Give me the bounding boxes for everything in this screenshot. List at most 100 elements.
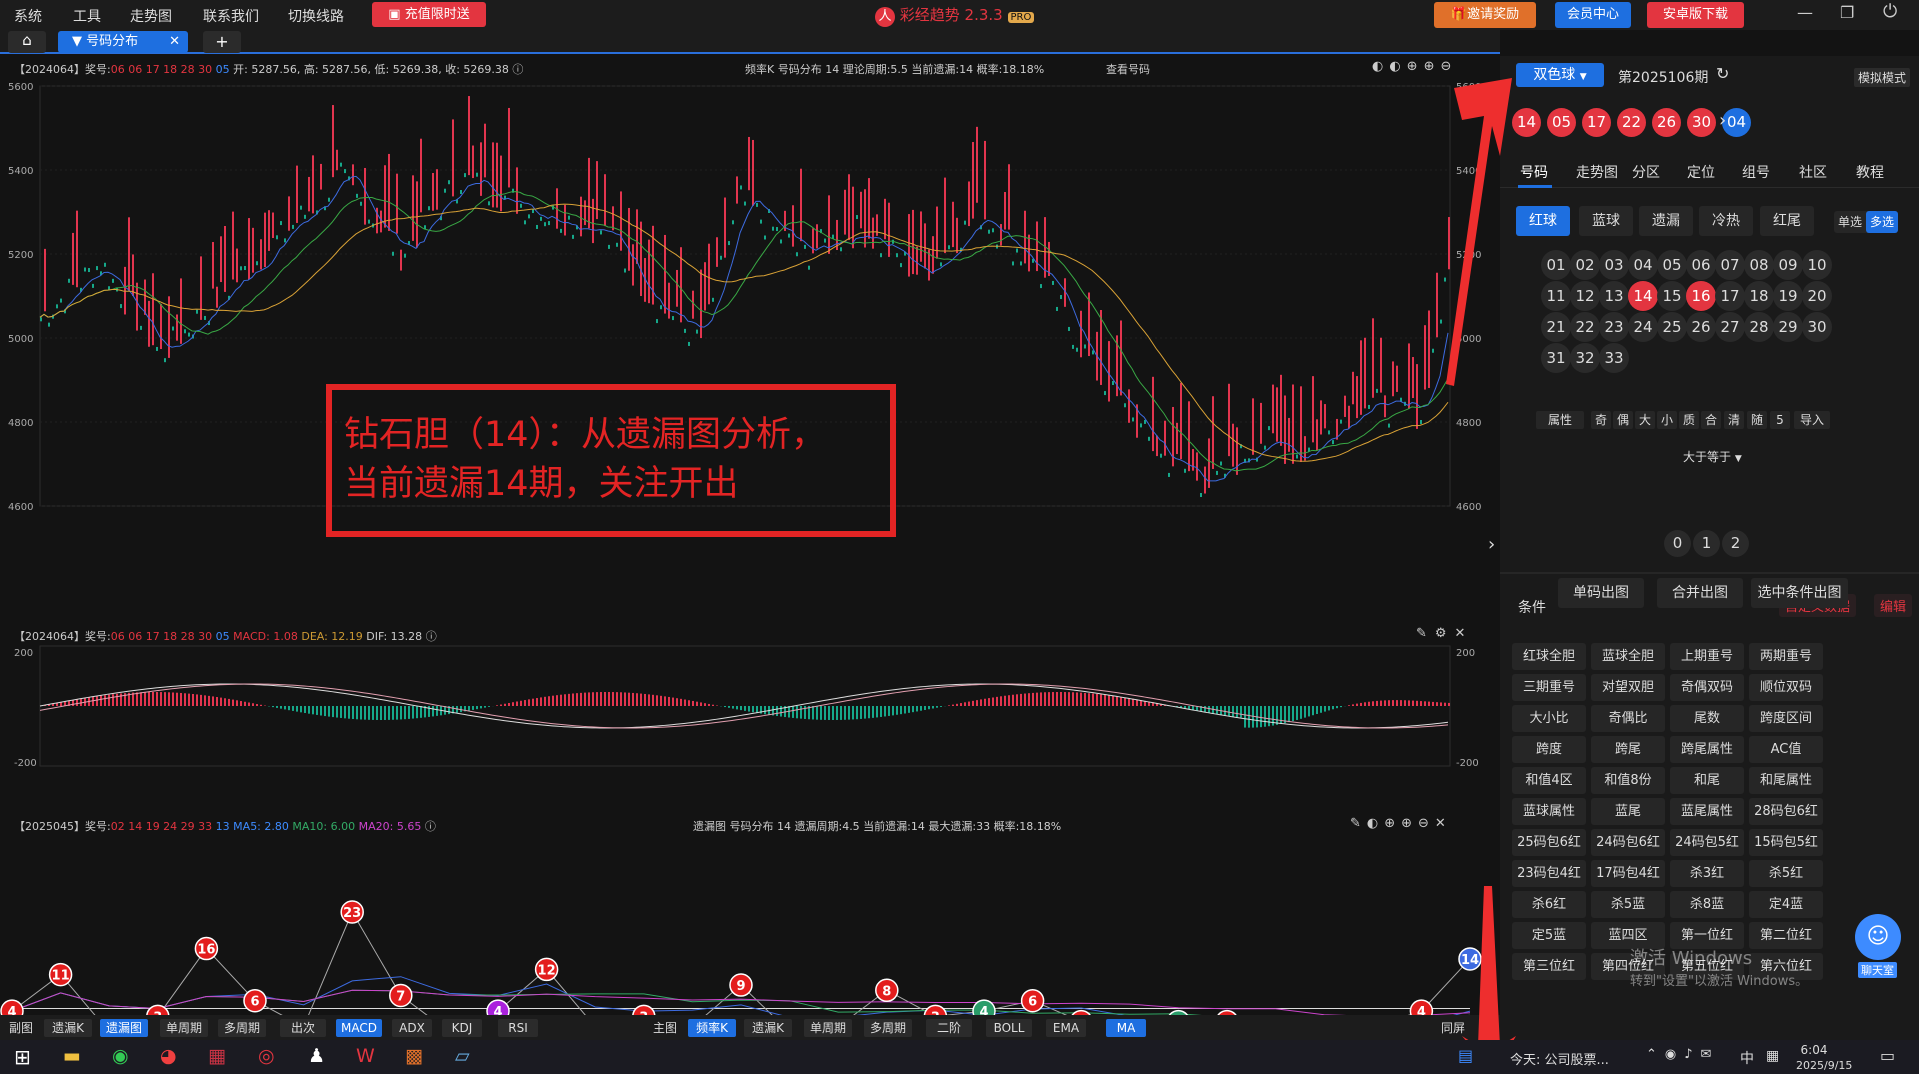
condition-button[interactable]: 28码包6红 — [1749, 798, 1823, 825]
number-cell[interactable]: 05 — [1657, 250, 1687, 280]
condition-button[interactable]: 杀5蓝 — [1591, 891, 1665, 918]
action-button-1[interactable]: 合并出图 — [1657, 578, 1743, 608]
qq-icon[interactable]: ♟ — [308, 1045, 325, 1067]
miss-panel-controls[interactable]: ✎◐⊕⊕⊖✕ — [1350, 816, 1452, 831]
condition-button[interactable]: 杀5红 — [1749, 860, 1823, 887]
attr-option-2[interactable]: 偶 — [1613, 411, 1633, 429]
segment-4[interactable]: 红尾 — [1760, 206, 1814, 236]
number-cell[interactable]: 28 — [1744, 312, 1774, 342]
widget-icon[interactable]: ▤ — [1458, 1046, 1473, 1065]
macd-chart[interactable]: 200 200-200 -200 — [0, 642, 1500, 772]
ime-indicator[interactable]: 中 — [1740, 1048, 1754, 1068]
number-cell[interactable]: 07 — [1715, 250, 1745, 280]
condition-button[interactable]: 跨尾 — [1591, 736, 1665, 763]
wps-icon[interactable]: W — [356, 1045, 375, 1067]
power-icon[interactable]: ⏻ — [1883, 1, 1897, 22]
condition-button[interactable]: 蓝尾 — [1591, 798, 1665, 825]
number-cell[interactable]: 26 — [1686, 312, 1716, 342]
caijing-app-icon[interactable]: ◎ — [258, 1045, 275, 1067]
attr-option-1[interactable]: 奇 — [1591, 411, 1611, 429]
file-explorer-icon[interactable]: ▬ — [63, 1045, 81, 1067]
menu-contact[interactable]: 联系我们 — [203, 6, 259, 26]
promo-button[interactable]: ▣ 充值限时送 — [372, 2, 486, 27]
attr-option-7[interactable]: 清 — [1724, 411, 1744, 429]
nav-tab-1[interactable]: 走势图 — [1576, 162, 1618, 182]
notification-icon[interactable]: ▭ — [1880, 1046, 1895, 1065]
number-cell[interactable]: 06 — [1686, 250, 1716, 280]
mainchart-option-6[interactable]: BOLL — [986, 1019, 1032, 1037]
condition-button[interactable]: 和值8份 — [1591, 767, 1665, 794]
subchart-option-7[interactable]: ADX — [392, 1019, 432, 1037]
number-cell[interactable]: 09 — [1773, 250, 1803, 280]
subchart-option-9[interactable]: RSI — [498, 1019, 538, 1037]
mainchart-option-2[interactable]: 遗漏K — [744, 1019, 792, 1037]
number-cell[interactable]: 13 — [1599, 281, 1629, 311]
number-cell[interactable]: 27 — [1715, 312, 1745, 342]
attr-option-8[interactable]: 随 — [1747, 411, 1767, 429]
invite-button[interactable]: 🎁邀请奖励 — [1434, 2, 1536, 28]
number-cell[interactable]: 03 — [1599, 250, 1629, 280]
action-button-0[interactable]: 单码出图 — [1558, 578, 1644, 608]
news-ticker[interactable]: 今天: 公司股票... — [1510, 1049, 1609, 1068]
condition-button[interactable]: 跨度区间 — [1749, 705, 1823, 732]
app-icon[interactable]: ▦ — [208, 1045, 226, 1067]
nav-tab-3[interactable]: 定位 — [1687, 162, 1715, 182]
mainchart-option-8[interactable]: MA — [1106, 1019, 1146, 1037]
attr-option-6[interactable]: 合 — [1701, 411, 1721, 429]
number-cell[interactable]: 08 — [1744, 250, 1774, 280]
nav-tab-2[interactable]: 分区 — [1632, 162, 1660, 182]
number-cell[interactable]: 30 — [1802, 312, 1832, 342]
number-cell[interactable]: 19 — [1773, 281, 1803, 311]
attr-option-3[interactable]: 大 — [1635, 411, 1655, 429]
number-cell[interactable]: 21 — [1541, 312, 1571, 342]
number-cell[interactable]: 02 — [1570, 250, 1600, 280]
attr-option-0[interactable]: 属性 — [1536, 411, 1584, 429]
number-cell[interactable]: 29 — [1773, 312, 1803, 342]
condition-button[interactable]: 和尾属性 — [1749, 767, 1823, 794]
number-cell[interactable]: 20 — [1802, 281, 1832, 311]
number-cell[interactable]: 17 — [1715, 281, 1745, 311]
attr-option-10[interactable]: 导入 — [1794, 411, 1830, 429]
number-cell[interactable]: 32 — [1570, 343, 1600, 373]
number-cell[interactable]: 25 — [1657, 312, 1687, 342]
condition-button[interactable]: 奇偶比 — [1591, 705, 1665, 732]
minimize-icon[interactable]: — — [1797, 3, 1813, 22]
condition-button[interactable]: 蓝球全胆 — [1591, 643, 1665, 670]
condition-button[interactable]: 和尾 — [1670, 767, 1744, 794]
count-option[interactable]: 1 — [1693, 530, 1720, 557]
segment-3[interactable]: 冷热 — [1699, 206, 1753, 236]
number-cell[interactable]: 16 — [1686, 281, 1716, 311]
condition-button[interactable]: 24码包5红 — [1670, 829, 1744, 856]
number-cell[interactable]: 23 — [1599, 312, 1629, 342]
segment-1[interactable]: 蓝球 — [1579, 206, 1633, 236]
android-download-button[interactable]: 安卓版下载 — [1647, 2, 1744, 28]
notepad-icon[interactable]: ▱ — [455, 1045, 470, 1067]
add-tab-icon[interactable]: + — [203, 31, 241, 53]
attr-option-9[interactable]: 5 — [1770, 411, 1790, 429]
app-grid-icon[interactable]: ▩ — [405, 1045, 423, 1067]
condition-button[interactable]: 两期重号 — [1749, 643, 1823, 670]
condition-button[interactable]: AC值 — [1749, 736, 1823, 763]
windows-start-icon[interactable]: ⊞ — [14, 1045, 31, 1069]
subchart-option-8[interactable]: KDJ — [442, 1019, 482, 1037]
attr-option-4[interactable]: 小 — [1657, 411, 1677, 429]
condition-button[interactable]: 奇偶双码 — [1670, 674, 1744, 701]
number-cell[interactable]: 31 — [1541, 343, 1571, 373]
clock-date[interactable]: 2025/9/15 — [1796, 1059, 1852, 1072]
mainchart-option-3[interactable]: 单周期 — [804, 1019, 852, 1037]
condition-button[interactable]: 杀8蓝 — [1670, 891, 1744, 918]
condition-button[interactable]: 上期重号 — [1670, 643, 1744, 670]
number-cell[interactable]: 10 — [1802, 250, 1832, 280]
tab-number-distribution[interactable]: ▼ 号码分布 ✕ — [58, 31, 188, 53]
tray-icons[interactable]: ⌃◉♪✉ — [1646, 1047, 1719, 1062]
condition-button[interactable]: 蓝尾属性 — [1670, 798, 1744, 825]
number-cell[interactable]: 18 — [1744, 281, 1774, 311]
subchart-option-3[interactable]: 单周期 — [160, 1019, 208, 1037]
nav-tab-5[interactable]: 社区 — [1799, 162, 1827, 182]
number-cell[interactable]: 11 — [1541, 281, 1571, 311]
action-button-2[interactable]: 选中条件出图 — [1751, 578, 1848, 608]
nav-tab-4[interactable]: 组号 — [1742, 162, 1770, 182]
condition-button[interactable]: 24码包6红 — [1591, 829, 1665, 856]
mainchart-option-1[interactable]: 频率K — [688, 1019, 736, 1037]
mainchart-option-5[interactable]: 二阶 — [926, 1019, 972, 1037]
